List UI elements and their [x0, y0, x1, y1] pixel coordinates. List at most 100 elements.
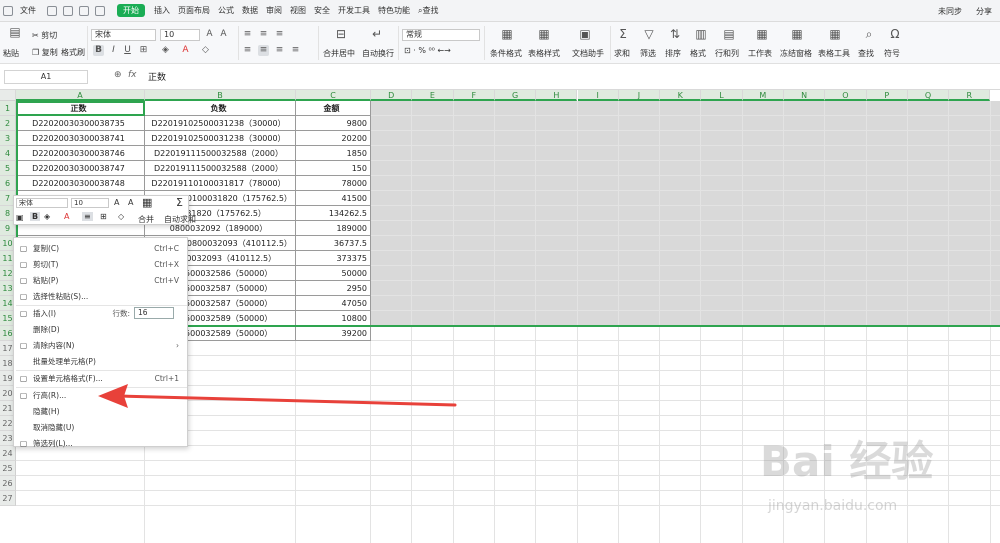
format-icon[interactable]: ▥	[694, 27, 708, 41]
align-top-icon[interactable]: ≡	[242, 29, 253, 40]
align-middle-icon[interactable]: ≡	[258, 29, 269, 40]
font-select[interactable]: 宋体	[91, 29, 156, 41]
search-box[interactable]: ⌕ 查找	[414, 0, 442, 22]
column-header-N[interactable]: N	[784, 90, 826, 101]
column-header-F[interactable]: F	[453, 90, 495, 101]
menu-item-3[interactable]: ▢ 选择性粘贴(S)...	[14, 289, 187, 304]
file-menu[interactable]: 文件	[16, 0, 40, 22]
select-all-corner[interactable]	[0, 90, 16, 101]
menu-item-10[interactable]: 隐藏(H)	[14, 404, 187, 419]
column-header-L[interactable]: L	[701, 90, 743, 101]
sum-icon[interactable]: Σ	[616, 27, 630, 41]
column-header-R[interactable]: R	[949, 90, 991, 101]
app-menu-icon[interactable]	[3, 5, 13, 16]
tab-data[interactable]: 数据	[238, 0, 262, 22]
font-color-icon[interactable]: A	[180, 45, 191, 56]
number-format-icons[interactable]: ⊡ · % ⁰⁰ ←→	[404, 46, 451, 55]
number-format-select[interactable]: 常规	[402, 29, 480, 41]
tab-features[interactable]: 特色功能	[374, 0, 414, 22]
tab-review[interactable]: 审阅	[262, 0, 286, 22]
font-size-select[interactable]: 10	[160, 29, 200, 41]
filter-button[interactable]: 筛选	[640, 48, 656, 59]
sort-button[interactable]: 排序	[665, 48, 681, 59]
border-icon[interactable]: ⊞	[138, 45, 149, 56]
column-header-C[interactable]: C	[296, 90, 371, 101]
menu-item-0[interactable]: ▢ 复制(C) Ctrl+C	[14, 241, 187, 256]
print-icon[interactable]	[63, 5, 73, 16]
menu-item-1[interactable]: ▢ 剪切(T) Ctrl+X	[14, 257, 187, 272]
tab-security[interactable]: 安全	[310, 0, 334, 22]
paste-icon[interactable]: ▤	[8, 25, 22, 39]
clear-format-icon[interactable]: ◇	[200, 45, 211, 56]
tab-insert[interactable]: 插入	[150, 0, 174, 22]
mini-fill-icon[interactable]: ◈	[44, 212, 50, 221]
share-button[interactable]: 分享	[972, 0, 996, 22]
column-header-I[interactable]: I	[577, 90, 619, 101]
freeze-icon[interactable]: ▦	[790, 27, 804, 41]
table-tools-button[interactable]: 表格工具	[818, 48, 850, 59]
tab-formula[interactable]: 公式	[214, 0, 238, 22]
column-header-J[interactable]: J	[618, 90, 661, 101]
table-style-button[interactable]: 表格样式	[528, 48, 560, 59]
row-header-25[interactable]: 25	[0, 461, 16, 476]
column-header-K[interactable]: K	[660, 90, 702, 101]
name-box[interactable]: A1	[4, 70, 88, 84]
format-painter-button[interactable]: 格式刷	[61, 47, 85, 58]
tab-developer[interactable]: 开发工具	[334, 0, 374, 22]
menu-item-9[interactable]: ▢ 行高(R)...	[14, 388, 187, 403]
mini-increase-font-icon[interactable]: A	[114, 198, 119, 207]
undo-icon[interactable]	[79, 5, 89, 16]
sum-button[interactable]: 求和	[614, 48, 630, 59]
cut-button[interactable]: ✂ 剪切	[32, 30, 57, 41]
mini-format-icon[interactable]: ▣	[16, 213, 24, 222]
paste-button[interactable]: 粘贴	[3, 48, 19, 59]
freeze-button[interactable]: 冻结窗格	[780, 48, 812, 59]
mini-clear-icon[interactable]: ◇	[118, 212, 124, 221]
mini-font-size-select[interactable]: 10	[71, 198, 109, 208]
menu-item-7[interactable]: 批量处理单元格(P)	[14, 354, 187, 369]
mini-autosum-icon[interactable]: Σ	[176, 196, 183, 209]
tab-page-layout[interactable]: 页面布局	[174, 0, 214, 22]
column-header-E[interactable]: E	[412, 90, 454, 101]
decrease-font-icon[interactable]: A	[218, 29, 229, 40]
row-header-4[interactable]: 4	[0, 146, 16, 161]
column-header-G[interactable]: G	[494, 90, 537, 101]
find-icon[interactable]: ⌕	[862, 27, 876, 41]
align-right-icon[interactable]: ≡	[274, 45, 285, 56]
table-style-icon[interactable]: ▦	[537, 27, 551, 41]
increase-font-icon[interactable]: A	[204, 29, 215, 40]
justify-icon[interactable]: ≡	[290, 45, 301, 56]
conditional-format-icon[interactable]: ▦	[500, 27, 514, 41]
column-header-A[interactable]: A	[16, 90, 145, 101]
row-col-icon[interactable]: ▤	[722, 27, 736, 41]
mini-border-icon[interactable]: ⊞	[100, 212, 107, 221]
column-header-Q[interactable]: Q	[907, 90, 950, 101]
align-left-icon[interactable]: ≡	[242, 45, 253, 56]
wrap-text-button[interactable]: 自动换行	[362, 48, 394, 59]
menu-item-11[interactable]: 取消隐藏(U)	[14, 420, 187, 435]
doc-assistant-button[interactable]: 文档助手	[572, 48, 604, 59]
filter-icon[interactable]: ▽	[642, 27, 656, 41]
column-header-H[interactable]: H	[536, 90, 578, 101]
mini-font-color-icon[interactable]: A	[64, 212, 69, 221]
conditional-format-button[interactable]: 条件格式	[490, 48, 522, 59]
menu-item-2[interactable]: ▢ 粘贴(P) Ctrl+V	[14, 273, 187, 288]
zoom-icon[interactable]: ⊕	[114, 70, 122, 80]
column-header-P[interactable]: P	[866, 90, 908, 101]
mini-autosum-button[interactable]: 自动求和	[164, 214, 196, 225]
column-header-O[interactable]: O	[825, 90, 867, 101]
row-header-27[interactable]: 27	[0, 491, 16, 506]
mini-decrease-font-icon[interactable]: A	[128, 198, 133, 207]
row-header-3[interactable]: 3	[0, 131, 16, 146]
align-bottom-icon[interactable]: ≡	[274, 29, 285, 40]
rows-count-input[interactable]: 16	[134, 307, 174, 319]
menu-item-5[interactable]: 删除(D)	[14, 322, 187, 337]
merge-center-icon[interactable]: ⊟	[334, 27, 348, 41]
tab-view[interactable]: 视图	[286, 0, 310, 22]
tab-start[interactable]: 开始	[117, 4, 145, 17]
doc-assistant-icon[interactable]: ▣	[578, 27, 592, 41]
wrap-text-icon[interactable]: ↵	[370, 27, 384, 41]
find-button[interactable]: 查找	[858, 48, 874, 59]
symbol-button[interactable]: 符号	[884, 48, 900, 59]
column-header-D[interactable]: D	[371, 90, 413, 101]
